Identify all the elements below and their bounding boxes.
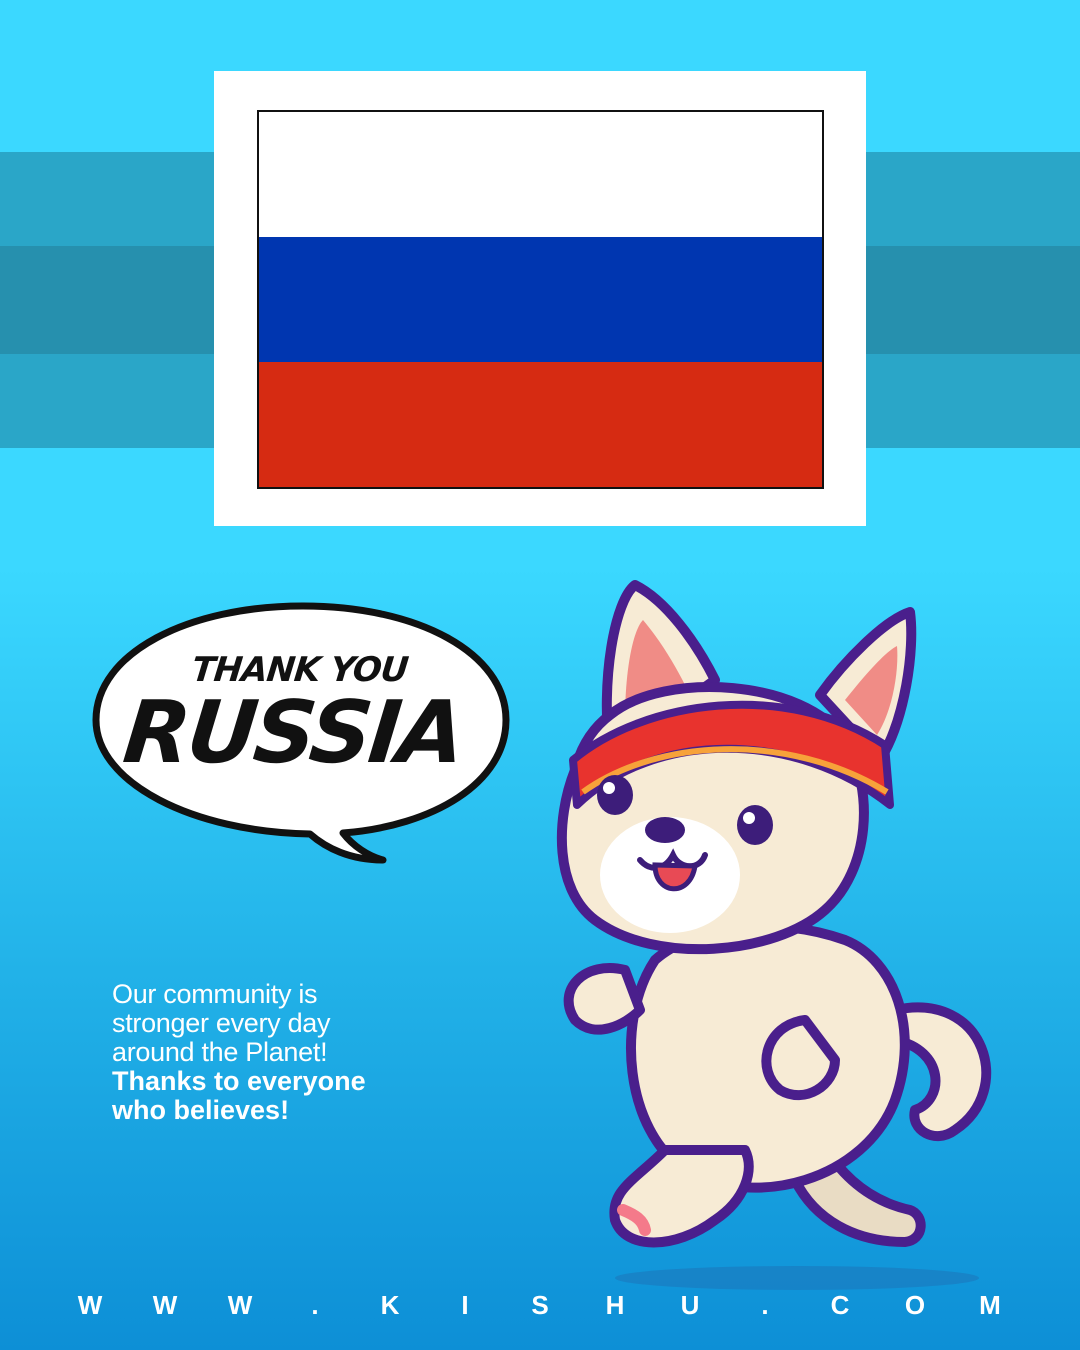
flag-stripe-blue [259, 237, 822, 362]
community-message: Our community is stronger every day arou… [112, 980, 472, 1125]
website-letter: K [380, 1290, 400, 1320]
message-line-bold: Thanks to everyone [112, 1066, 366, 1096]
message-line: around the Planet! [112, 1037, 328, 1067]
website-letter: M [979, 1290, 1001, 1320]
message-line: Our community is [112, 979, 318, 1009]
message-line-bold: who believes! [112, 1095, 290, 1125]
speech-bubble-text: THANK YOU RUSSIA [83, 650, 506, 783]
shiba-inu-mascot-icon [556, 580, 992, 1290]
website-letter: W [152, 1290, 178, 1320]
website-letter: I [461, 1290, 469, 1320]
bubble-russia: RUSSIA [119, 683, 467, 783]
website-letter: O [904, 1290, 926, 1320]
website-letter: W [77, 1290, 103, 1320]
website-letter: W [227, 1290, 253, 1320]
website-letter: U [680, 1290, 700, 1320]
website-url: W W W . K I S H U . C O M [60, 1290, 1020, 1321]
flag-card [214, 71, 866, 526]
message-line: stronger every day [112, 1008, 331, 1038]
flag-stripe-red [259, 362, 822, 487]
website-letter: C [830, 1290, 850, 1320]
website-letter: H [605, 1290, 625, 1320]
website-letter: S [531, 1290, 549, 1320]
website-letter: . [761, 1290, 769, 1320]
flag-stripe-white [259, 112, 822, 237]
website-letter: . [311, 1290, 319, 1320]
russia-flag-icon [257, 110, 824, 489]
